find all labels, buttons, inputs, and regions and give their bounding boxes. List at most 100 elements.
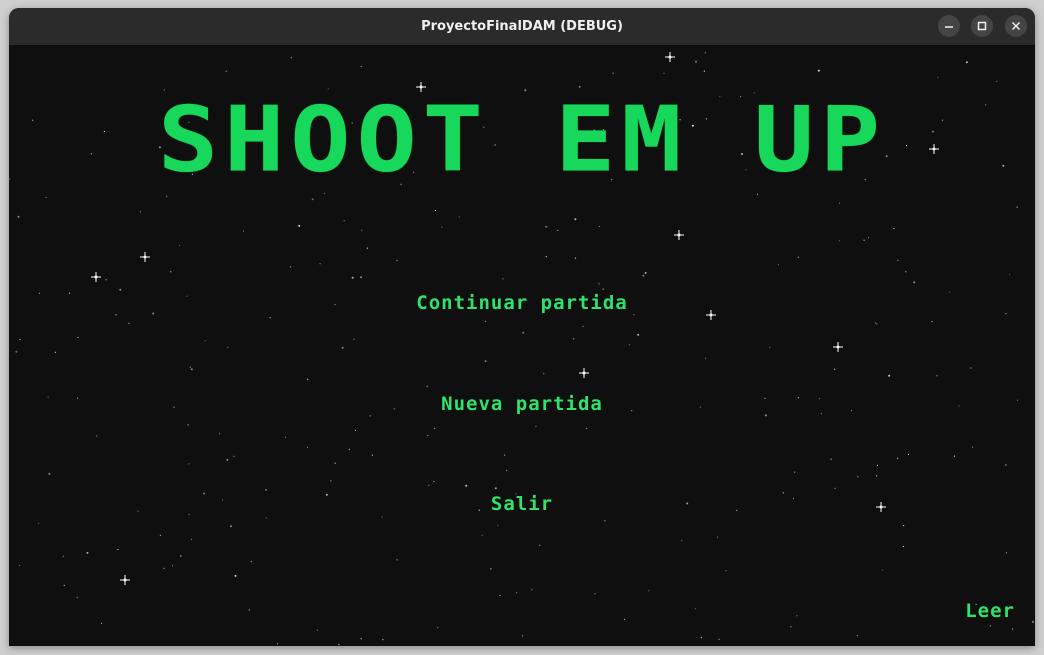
- star: [876, 464, 879, 466]
- app-window: ProyectoFinalDAM (DEBUG) SHOOT EM UP Con…: [9, 8, 1035, 646]
- star: [989, 625, 992, 627]
- star: [285, 436, 287, 438]
- star: [700, 637, 702, 639]
- star: [441, 226, 443, 228]
- maximize-button[interactable]: [971, 15, 993, 37]
- star: [502, 278, 504, 280]
- star: [522, 635, 524, 637]
- star: [574, 218, 577, 221]
- star: [937, 76, 939, 78]
- star: [913, 281, 916, 284]
- star: [434, 209, 437, 212]
- star: [361, 229, 363, 231]
- star: [648, 590, 650, 592]
- star: [499, 594, 501, 597]
- star: [190, 538, 193, 540]
- star: [718, 638, 720, 640]
- star: [504, 454, 506, 456]
- star: [494, 487, 497, 490]
- star: [159, 534, 161, 536]
- star: [893, 228, 895, 230]
- star: [623, 618, 626, 620]
- star: [189, 366, 191, 368]
- star: [360, 276, 363, 279]
- star: [54, 351, 57, 353]
- star: [522, 331, 525, 334]
- maximize-icon: [977, 21, 987, 31]
- bright-star: [674, 230, 684, 240]
- star: [381, 516, 383, 518]
- star: [1031, 620, 1034, 623]
- star: [234, 574, 237, 577]
- star: [307, 446, 309, 449]
- star: [535, 425, 537, 427]
- star: [226, 458, 229, 461]
- star: [17, 215, 20, 218]
- star: [628, 344, 630, 346]
- star: [790, 626, 792, 628]
- star: [330, 480, 332, 482]
- star: [936, 375, 938, 377]
- star: [484, 360, 487, 363]
- star: [298, 224, 301, 227]
- star: [434, 427, 436, 429]
- minimize-icon: [945, 26, 953, 28]
- star: [705, 357, 707, 359]
- close-button[interactable]: [1005, 15, 1027, 37]
- star: [834, 487, 836, 489]
- star: [902, 545, 905, 548]
- star: [681, 539, 683, 541]
- star: [316, 629, 318, 631]
- star: [354, 429, 357, 431]
- star: [644, 271, 647, 274]
- star: [876, 323, 878, 325]
- exit-button[interactable]: Salir: [9, 493, 1035, 515]
- star: [633, 314, 635, 316]
- star: [233, 455, 235, 457]
- star: [250, 560, 252, 563]
- star: [458, 216, 460, 218]
- star: [598, 283, 600, 285]
- star: [716, 536, 719, 538]
- star: [972, 446, 974, 448]
- star: [970, 367, 972, 369]
- continue-game-button[interactable]: Continuar partida: [9, 292, 1035, 314]
- star: [15, 350, 18, 353]
- game-title: SHOOT EM UP: [157, 86, 887, 193]
- star: [265, 517, 267, 519]
- star: [351, 276, 354, 279]
- star: [876, 475, 878, 477]
- star: [265, 488, 268, 491]
- star: [953, 455, 956, 457]
- read-button[interactable]: Leer: [965, 600, 1015, 622]
- star: [77, 336, 79, 338]
- star: [369, 415, 371, 417]
- star: [506, 469, 508, 471]
- game-canvas[interactable]: SHOOT EM UP Continuar partida Nueva part…: [9, 45, 1035, 646]
- star: [48, 472, 51, 475]
- star: [769, 346, 771, 348]
- star: [115, 314, 117, 316]
- title-bar[interactable]: ProyectoFinalDAM (DEBUG): [9, 8, 1035, 46]
- star: [725, 570, 727, 572]
- star: [531, 589, 533, 591]
- star: [319, 263, 321, 265]
- star: [427, 434, 429, 437]
- star: [139, 211, 141, 213]
- star: [817, 69, 820, 72]
- star: [343, 220, 345, 222]
- window-title: ProyectoFinalDAM (DEBUG): [421, 19, 623, 34]
- star: [704, 52, 706, 54]
- star: [1009, 273, 1011, 275]
- star: [612, 72, 614, 74]
- star: [117, 549, 119, 551]
- star: [485, 320, 487, 322]
- star: [637, 333, 640, 336]
- star: [594, 593, 596, 595]
- star: [830, 458, 832, 460]
- star: [426, 385, 428, 387]
- new-game-button[interactable]: Nueva partida: [9, 393, 1035, 415]
- star: [490, 568, 492, 570]
- minimize-button[interactable]: [938, 15, 960, 37]
- star: [642, 274, 645, 277]
